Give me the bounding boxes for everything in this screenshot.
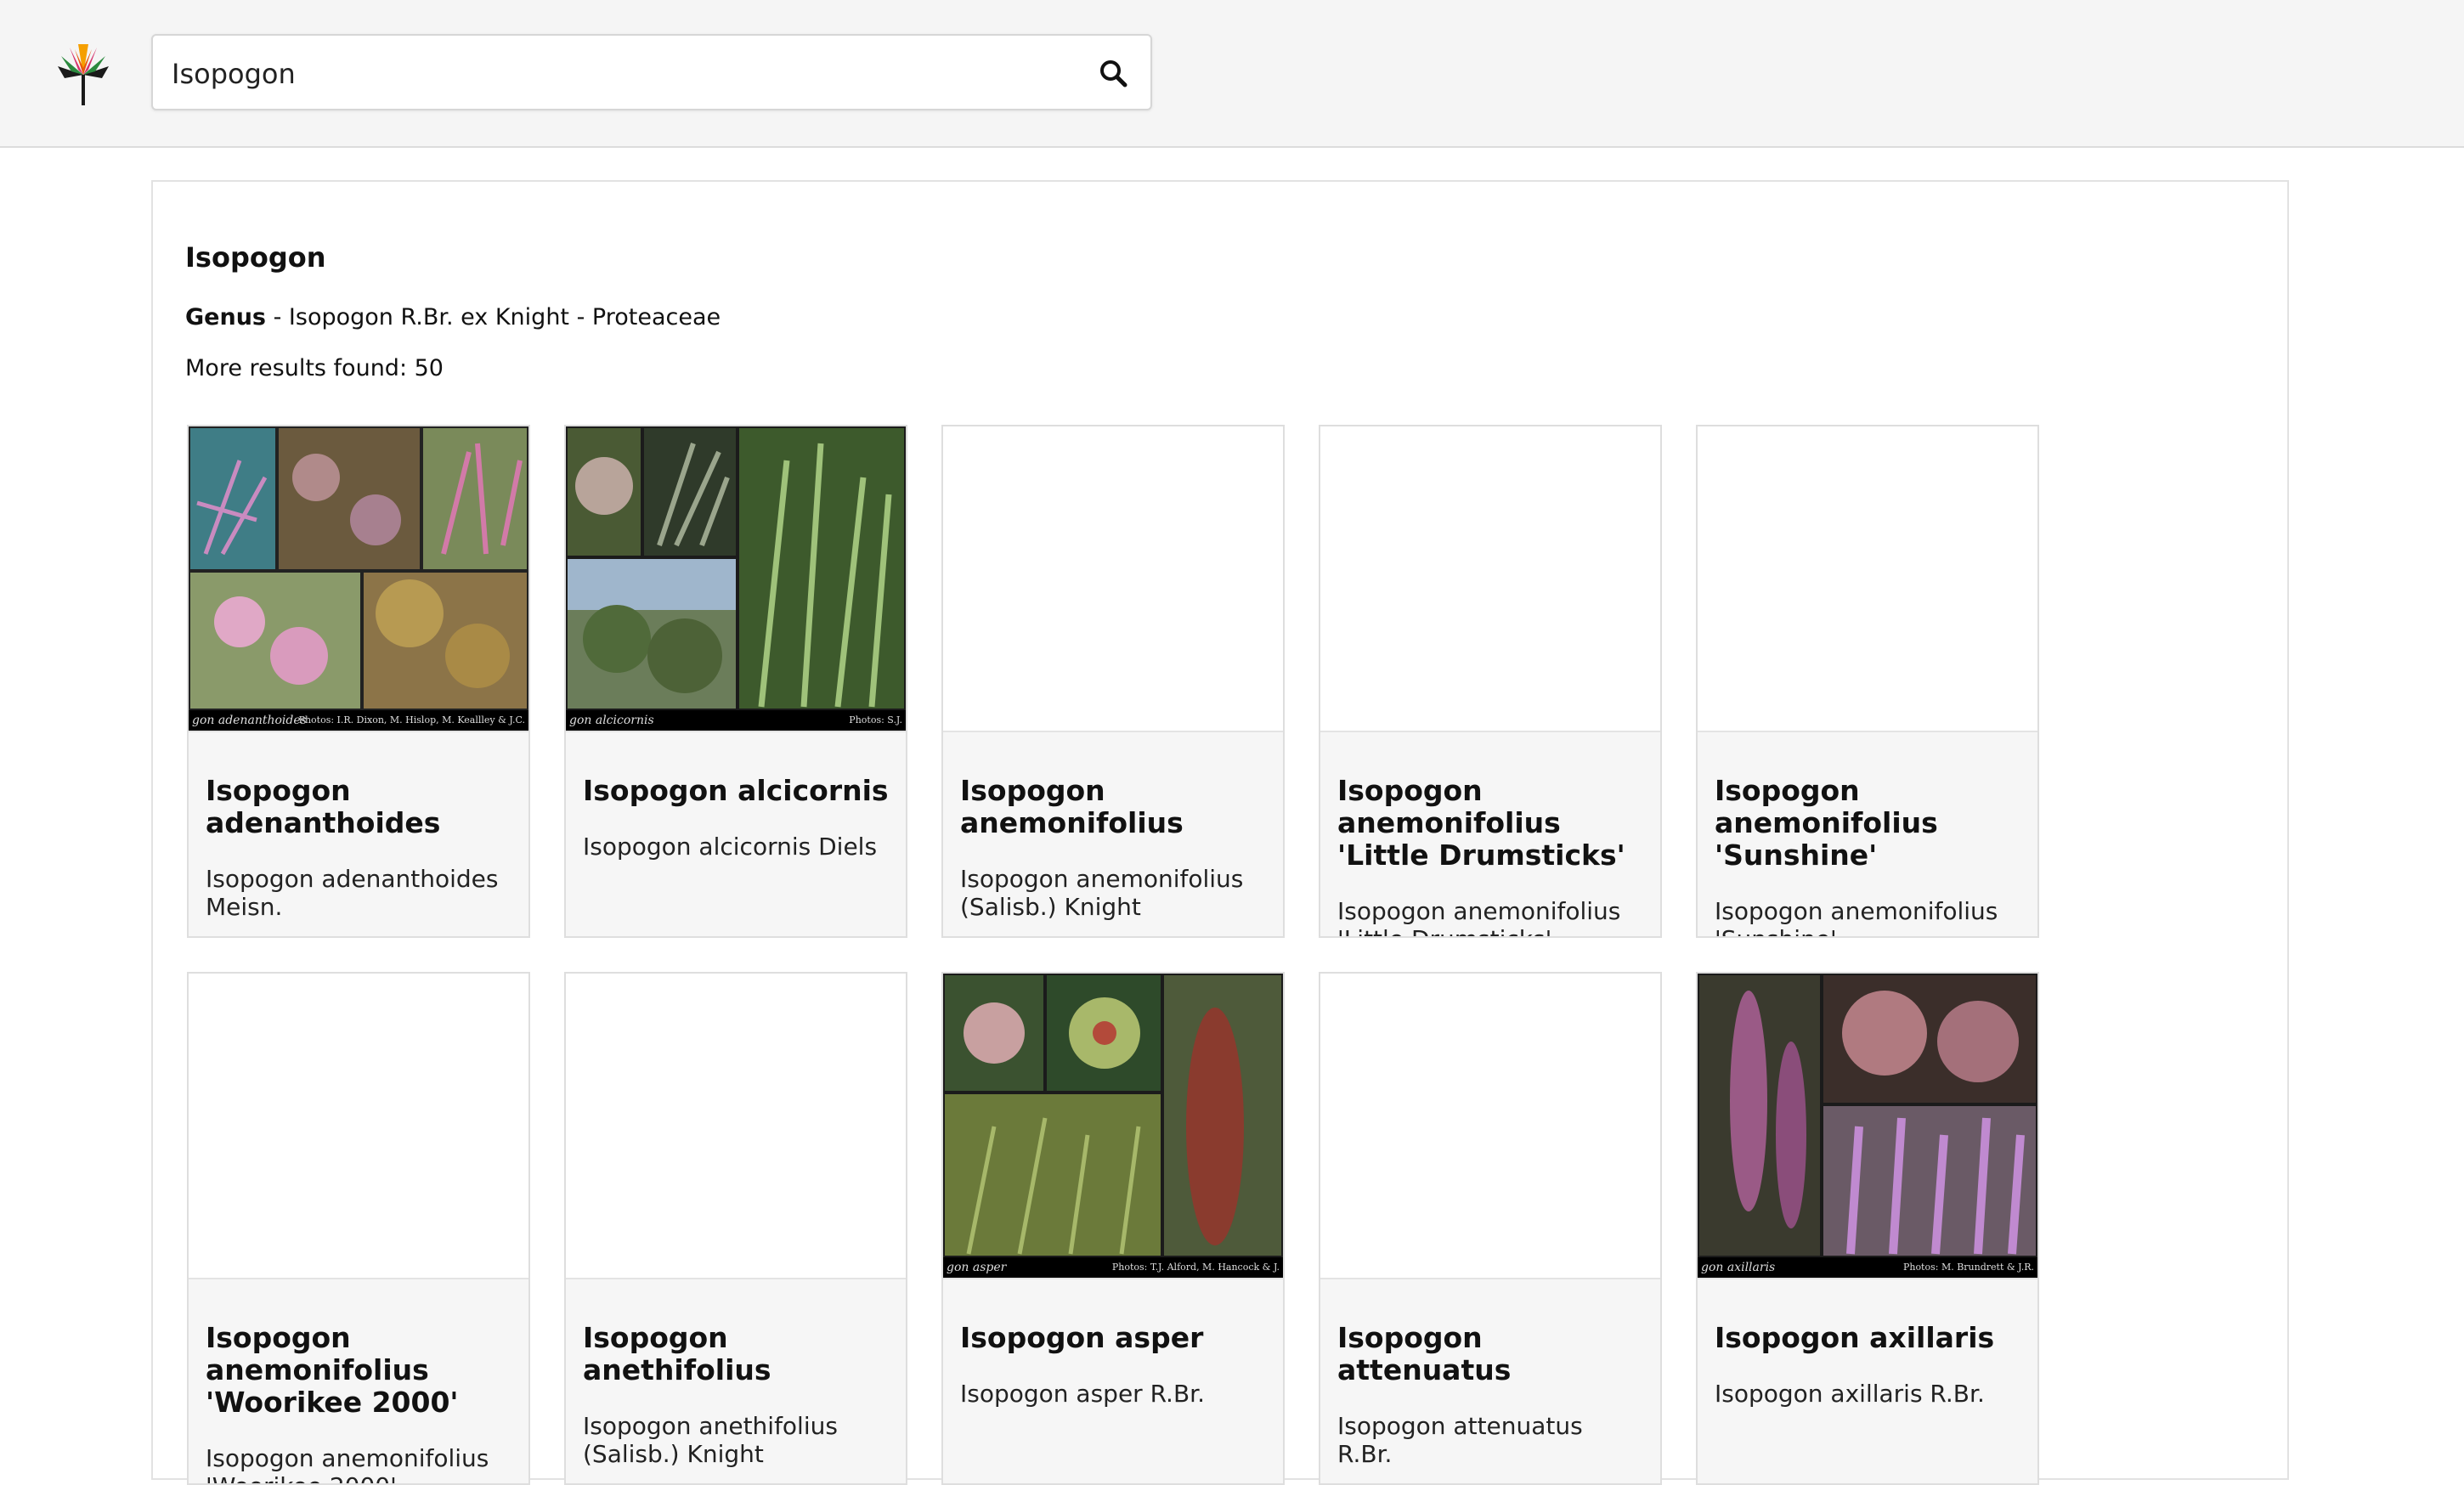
photo-placeholder[interactable]: [943, 426, 1283, 732]
card-scientific-name: Isopogon axillaris R.Br.: [1715, 1380, 1985, 1408]
card-scientific-name: Isopogon anemonifolius 'Sunshine': [1715, 897, 1998, 936]
photo-placeholder[interactable]: [189, 974, 528, 1279]
card-scientific-name: Isopogon anemonifolius 'Little Drumstick…: [1337, 897, 1621, 936]
card-title-text: Isopogon attenuatus: [1337, 1321, 1512, 1386]
card-title-text: Isopogon alcicornis: [583, 774, 889, 807]
photo-credit: Photos: I.R. Dixon, M. Hislop, M. Kealll…: [298, 714, 525, 726]
card-scientific-name: Isopogon attenuatus R.Br.: [1337, 1412, 1583, 1468]
result-card[interactable]: Isopogon anemonifolius Isopogon anemonifo…: [941, 425, 1285, 938]
card-title[interactable]: Isopogon alcicornis Isopogon alcicornis D…: [583, 775, 889, 861]
genus-line: Genus - Isopogon R.Br. ex Knight - Prote…: [185, 304, 721, 330]
result-card[interactable]: Isopogon anethifolius Isopogon anethifoli…: [564, 972, 907, 1485]
photo-placeholder[interactable]: [1320, 426, 1660, 732]
card-title-text: Isopogon axillaris: [1715, 1321, 1995, 1354]
photo-placeholder[interactable]: [1320, 974, 1660, 1279]
card-scientific-name: Isopogon anemonifolius 'Woorikee 2000': [206, 1444, 489, 1483]
card-title-text: Isopogon anethifolius: [583, 1321, 771, 1386]
card-title-text: Isopogon anemonifolius: [960, 774, 1184, 839]
card-title[interactable]: Isopogon anemonifolius 'Little Drumstick…: [1337, 774, 1643, 937]
card-title-text: Isopogon anemonifolius 'Little Drumstick…: [1337, 774, 1625, 872]
card-title[interactable]: Isopogon asper Isopogon asper R.Br.: [960, 1321, 1266, 1409]
search-button[interactable]: [1088, 48, 1139, 99]
photo-placeholder[interactable]: [566, 974, 906, 1279]
result-card[interactable]: gon alcicornis Photos: S.J. Isopogon alcic…: [564, 425, 907, 938]
result-card[interactable]: gon asper Photos: T.J. Alford, M. Hancock…: [941, 972, 1285, 1485]
card-title-text: Isopogon anemonifolius 'Woorikee 2000': [206, 1321, 459, 1419]
photo-credit: Photos: T.J. Alford, M. Hancock & J.: [1111, 1262, 1280, 1273]
card-title[interactable]: Isopogon anemonifolius 'Woorikee 2000' Is…: [206, 1321, 511, 1484]
card-title[interactable]: Isopogon anemonifolius 'Sunshine' Isopogo…: [1715, 774, 2020, 937]
top-header: [0, 0, 2464, 148]
species-photo[interactable]: gon adenanthoides Photos: I.R. Dixon, M. …: [189, 426, 528, 732]
species-photo[interactable]: gon axillaris Photos: M. Brundrett & J.R.: [1698, 974, 2037, 1279]
photo-placeholder[interactable]: [1698, 426, 2037, 732]
result-card[interactable]: Isopogon attenuatus Isopogon attenuatus R…: [1319, 972, 1662, 1485]
photo-caption: gon axillaris: [1701, 1261, 1776, 1274]
card-title[interactable]: Isopogon anethifolius Isopogon anethifoli…: [583, 1321, 889, 1469]
photo-caption: gon adenanthoides: [192, 714, 307, 727]
more-results-count: More results found: 50: [185, 355, 444, 381]
card-title[interactable]: Isopogon anemonifolius Isopogon anemonifo…: [960, 774, 1266, 922]
photo-credit: Photos: S.J.: [849, 714, 902, 726]
card-scientific-name: Isopogon asper R.Br.: [960, 1380, 1205, 1408]
site-logo-icon[interactable]: [48, 37, 119, 109]
card-scientific-name: Isopogon alcicornis Diels: [583, 833, 878, 861]
card-title-text: Isopogon adenanthoides: [206, 774, 441, 839]
card-scientific-name: Isopogon adenanthoides Meisn.: [206, 865, 499, 921]
photo-caption-bar: gon adenanthoides Photos: I.R. Dixon, M. …: [189, 710, 528, 731]
result-card[interactable]: Isopogon anemonifolius 'Little Drumstick…: [1319, 425, 1662, 938]
search-input[interactable]: [170, 51, 1057, 97]
result-card[interactable]: gon adenanthoides Photos: I.R. Dixon, M. …: [187, 425, 530, 938]
card-title[interactable]: Isopogon axillaris Isopogon axillaris R.B…: [1715, 1321, 2020, 1409]
card-title[interactable]: Isopogon adenanthoides Isopogon adenantho…: [206, 774, 511, 922]
genus-details: - Isopogon R.Br. ex Knight - Proteaceae: [266, 304, 721, 330]
result-card[interactable]: Isopogon anemonifolius 'Sunshine' Isopogo…: [1696, 425, 2039, 938]
photo-caption-bar: gon alcicornis Photos: S.J.: [566, 710, 906, 731]
card-title[interactable]: Isopogon attenuatus Isopogon attenuatus R…: [1337, 1321, 1643, 1469]
species-photo[interactable]: gon alcicornis Photos: S.J.: [566, 426, 906, 732]
card-title-text: Isopogon asper: [960, 1321, 1204, 1354]
photo-caption-bar: gon asper Photos: T.J. Alford, M. Hancock…: [943, 1257, 1283, 1278]
search-icon: [1100, 60, 1127, 88]
result-title: Isopogon: [185, 241, 326, 274]
card-scientific-name: Isopogon anemonifolius (Salisb.) Knight: [960, 865, 1244, 921]
genus-label: Genus: [185, 304, 266, 330]
search-box: [151, 34, 1152, 110]
photo-caption-bar: gon axillaris Photos: M. Brundrett & J.R.: [1698, 1257, 2037, 1278]
photo-caption: gon asper: [947, 1261, 1007, 1274]
photo-caption: gon alcicornis: [569, 714, 654, 727]
result-card[interactable]: Isopogon anemonifolius 'Woorikee 2000' Is…: [187, 972, 530, 1485]
card-scientific-name: Isopogon anethifolius (Salisb.) Knight: [583, 1412, 838, 1468]
photo-credit: Photos: M. Brundrett & J.R.: [1902, 1262, 2034, 1273]
result-card[interactable]: gon axillaris Photos: M. Brundrett & J.R.…: [1696, 972, 2039, 1485]
species-photo[interactable]: gon asper Photos: T.J. Alford, M. Hancock…: [943, 974, 1283, 1279]
card-title-text: Isopogon anemonifolius 'Sunshine': [1715, 774, 1938, 872]
